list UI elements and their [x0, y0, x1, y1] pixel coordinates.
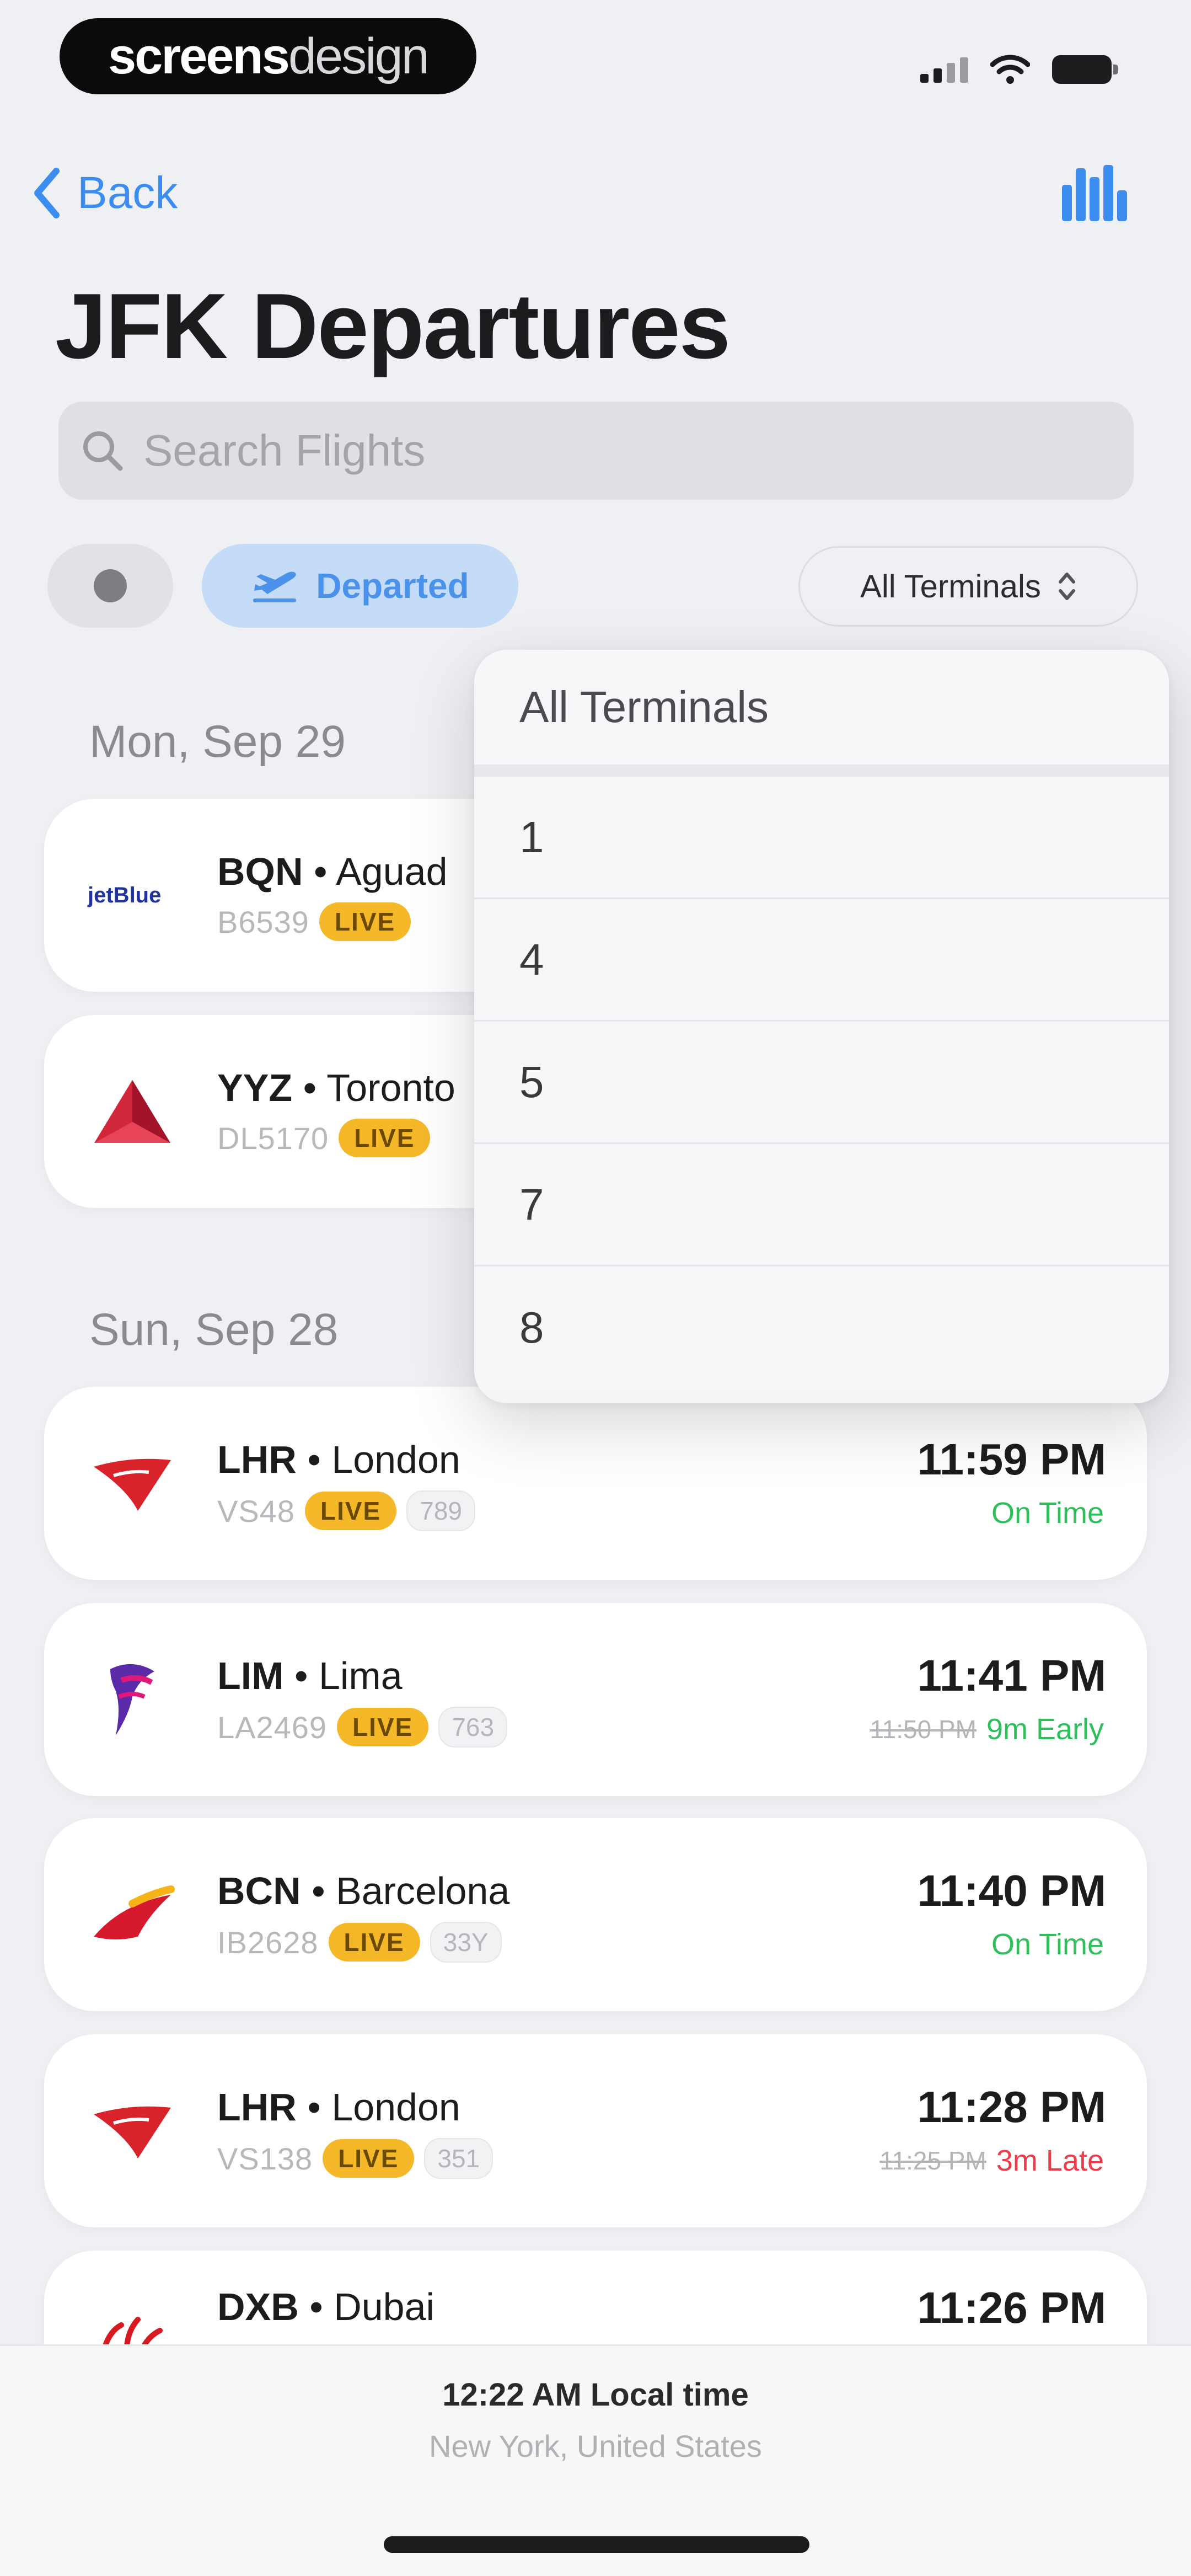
- airport-code: LHR: [217, 1438, 297, 1481]
- flight-route: BCN • Barcelona: [217, 1869, 510, 1912]
- virgin-logo-icon: [83, 1434, 182, 1533]
- aircraft-badge: 789: [406, 1490, 475, 1531]
- departed-filter-button[interactable]: Departed: [202, 544, 518, 628]
- dropdown-option-terminal[interactable]: 4: [474, 899, 1169, 1022]
- departure-time: 11:41 PM: [917, 1651, 1106, 1700]
- dropdown-option-terminal[interactable]: 7: [474, 1144, 1169, 1266]
- flight-number: IB2628: [217, 1925, 319, 1960]
- local-time: 12:22 AM Local time: [442, 2377, 749, 2413]
- svg-text:jetBlue: jetBlue: [87, 883, 161, 907]
- flight-card[interactable]: LIM • Lima LA2469 LIVE 763 11:41 PM 11:5…: [44, 1603, 1147, 1796]
- terminal-select[interactable]: All Terminals: [798, 546, 1138, 627]
- terminal-dropdown-menu: All Terminals 1 4 5 7 8: [474, 650, 1169, 1403]
- back-label: Back: [77, 168, 178, 218]
- terminal-select-value: All Terminals: [860, 568, 1041, 605]
- search-icon: [83, 431, 123, 471]
- airport-code: YYZ: [217, 1066, 293, 1109]
- flight-route: LHR • London: [217, 1438, 460, 1481]
- brand-logo: screens design: [60, 18, 476, 94]
- delta-logo-icon: [83, 1062, 182, 1161]
- departed-label: Departed: [316, 566, 469, 606]
- flight-card[interactable]: LHR • London VS48 LIVE 789 11:59 PM On T…: [44, 1387, 1147, 1580]
- departure-time: 11:28 PM: [917, 2082, 1106, 2131]
- flight-number: DL5170: [217, 1120, 329, 1156]
- live-badge: LIVE: [319, 902, 411, 941]
- dropdown-option-terminal[interactable]: 1: [474, 777, 1169, 899]
- city-name: Lima: [318, 1654, 403, 1697]
- wifi-icon: [990, 55, 1030, 84]
- search-bar[interactable]: [58, 402, 1134, 500]
- departure-time: 11:26 PM: [917, 2283, 1106, 2332]
- flight-number: VS48: [217, 1493, 295, 1529]
- city-name: Dubai: [334, 2285, 435, 2328]
- date-header: Sun, Sep 28: [89, 1305, 339, 1355]
- flight-route: LIM • Lima: [217, 1654, 403, 1697]
- cellular-signal-icon: [920, 56, 968, 83]
- flight-status: On Time: [991, 1928, 1104, 1961]
- flight-route: LHR • London: [217, 2086, 460, 2129]
- live-badge: LIVE: [337, 1708, 429, 1746]
- date-header: Mon, Sep 29: [89, 717, 346, 767]
- departure-time: 11:40 PM: [917, 1866, 1106, 1915]
- flight-status: 3m Late: [996, 2144, 1104, 2177]
- airport-code: DXB: [217, 2285, 299, 2328]
- airport-code: BQN: [217, 850, 303, 893]
- stats-chart-icon[interactable]: [1058, 163, 1129, 223]
- flight-number: B6539: [217, 904, 309, 939]
- flight-number: LA2469: [217, 1709, 328, 1745]
- chevron-left-icon: [34, 168, 60, 218]
- flight-number: VS138: [217, 2141, 313, 2176]
- battery-icon: [1052, 55, 1118, 84]
- scheduled-time: 11:50 PM: [870, 1715, 977, 1744]
- departure-time: 11:59 PM: [917, 1435, 1106, 1484]
- live-badge: LIVE: [323, 2139, 415, 2178]
- brand-logo-light: design: [288, 28, 430, 84]
- live-badge: LIVE: [305, 1492, 397, 1530]
- city-name: Barcelona: [336, 1869, 510, 1912]
- dropdown-option-terminal[interactable]: 5: [474, 1022, 1169, 1144]
- flight-card[interactable]: BCN • Barcelona IB2628 LIVE 33Y 11:40 PM…: [44, 1818, 1147, 2011]
- airport-code: LIM: [217, 1654, 284, 1697]
- live-badge: LIVE: [328, 1923, 420, 1962]
- airport-code: LHR: [217, 2086, 297, 2129]
- jetblue-logo-icon: jetBlue: [83, 846, 182, 945]
- location-label: New York, United States: [429, 2429, 762, 2463]
- city-name: London: [331, 1438, 460, 1481]
- flight-status: On Time: [991, 1497, 1104, 1530]
- flight-status: 9m Early: [986, 1713, 1104, 1746]
- city-name: Aguad: [336, 850, 448, 893]
- search-input[interactable]: [143, 425, 1134, 476]
- aircraft-badge: 351: [424, 2138, 493, 2179]
- flight-route: YYZ • Toronto: [217, 1066, 455, 1109]
- city-name: Toronto: [326, 1066, 455, 1109]
- page-title: JFK Departures: [55, 274, 731, 378]
- back-button[interactable]: Back: [33, 160, 178, 226]
- flight-route: BQN • Aguad: [217, 850, 448, 893]
- aircraft-badge: 33Y: [430, 1922, 502, 1963]
- status-icons: [920, 53, 1118, 86]
- airport-code: BCN: [217, 1869, 301, 1912]
- aircraft-badge: 763: [438, 1707, 508, 1747]
- live-badge: LIVE: [339, 1119, 431, 1157]
- filter-options-button[interactable]: [47, 544, 173, 628]
- airplane-departure-icon: [253, 571, 297, 602]
- chevron-up-down-icon: [1058, 573, 1075, 600]
- latam-logo-icon: [83, 1650, 182, 1749]
- flight-route: DXB • Dubai: [217, 2285, 435, 2328]
- virgin-logo-icon: [83, 2081, 182, 2180]
- scheduled-time: 11:25 PM: [879, 2146, 986, 2175]
- iberia-logo-icon: [83, 1865, 182, 1964]
- brand-logo-bold: screens: [108, 28, 290, 84]
- flight-card[interactable]: LHR • London VS138 LIVE 351 11:28 PM 11:…: [44, 2034, 1147, 2227]
- dot-icon: [94, 569, 127, 602]
- dropdown-option-all-terminals[interactable]: All Terminals: [474, 650, 1169, 777]
- city-name: London: [331, 2086, 460, 2129]
- dropdown-option-terminal[interactable]: 8: [474, 1266, 1169, 1389]
- home-indicator[interactable]: [384, 2536, 809, 2553]
